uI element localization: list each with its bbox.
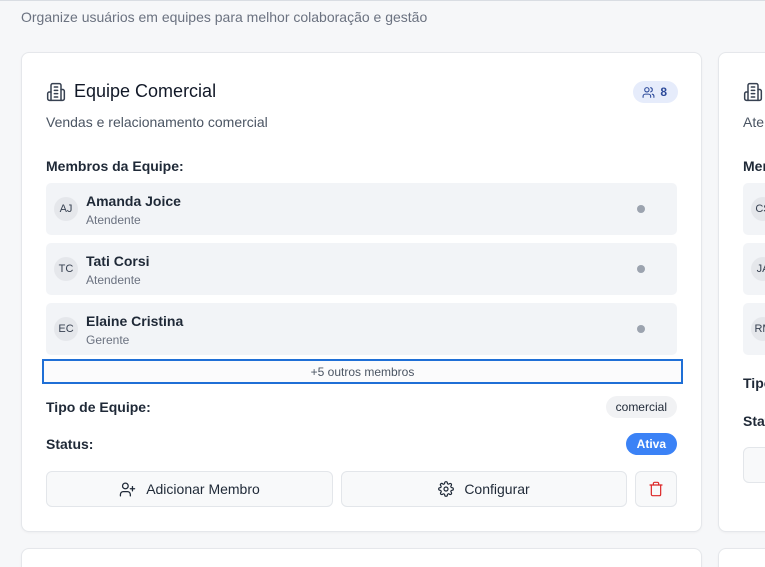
peek-status-label: Stat [743,413,765,429]
team-card-peek: Ate Mer CS JA RM Tipo Stat [718,52,765,532]
user-plus-icon [119,481,136,497]
add-member-button[interactable]: Adicionar Membro [46,471,333,507]
avatar: AJ [54,197,78,221]
building-icon [46,82,66,102]
building-icon [743,82,763,102]
peek-type-label: Tipo [743,375,765,391]
member-item[interactable]: EC Elaine Cristina Gerente [46,303,677,355]
peek-members-heading: Mer [743,158,765,174]
member-count: 8 [660,85,667,99]
list-item[interactable]: RM [743,303,765,355]
member-name: Amanda Joice [86,193,181,209]
avatar: RM [751,317,765,341]
presence-dot [637,265,645,273]
member-item[interactable]: TC Tati Corsi Atendente [46,243,677,295]
avatar: EC [54,317,78,341]
peek-description: Ate [743,114,765,130]
configure-label: Configurar [464,481,530,497]
more-members-button[interactable]: +5 outros membros [42,359,683,384]
team-type-label: Tipo de Equipe: [46,399,151,415]
team-description: Vendas e relacionamento comercial [46,114,268,130]
team-card-next-peek [718,548,765,567]
avatar: JA [751,257,765,281]
team-title: Equipe Comercial [74,81,217,101]
team-card-next [21,548,702,567]
gear-icon [438,481,455,497]
member-list: AJ Amanda Joice Atendente TC Tati Corsi … [46,183,677,363]
members-heading: Membros da Equipe: [46,158,184,174]
member-name: Elaine Cristina [86,313,184,329]
list-item[interactable]: JA [743,243,765,295]
member-role: Gerente [86,333,130,347]
header-divider [0,0,765,1]
presence-dot [637,325,645,333]
status-badge: Ativa [625,433,677,455]
team-card: Equipe Comercial 8 Vendas e relacionamen… [21,52,702,532]
presence-dot [637,205,645,213]
configure-button[interactable]: Configurar [341,471,627,507]
avatar: CS [751,197,765,221]
page-subtitle: Organize usuários em equipes para melhor… [21,9,428,25]
peek-add-member-button[interactable] [743,447,765,483]
users-icon [642,86,655,98]
member-role: Atendente [86,213,141,227]
member-role: Atendente [86,273,141,287]
member-name: Tati Corsi [86,253,150,269]
team-type-badge: comercial [605,396,677,418]
delete-team-button[interactable] [635,471,677,507]
member-count-badge: 8 [633,81,678,103]
add-member-label: Adicionar Membro [146,481,260,497]
avatar: TC [54,257,78,281]
list-item[interactable]: CS [743,183,765,235]
trash-icon [649,481,663,497]
status-label: Status: [46,436,94,452]
member-item[interactable]: AJ Amanda Joice Atendente [46,183,677,235]
